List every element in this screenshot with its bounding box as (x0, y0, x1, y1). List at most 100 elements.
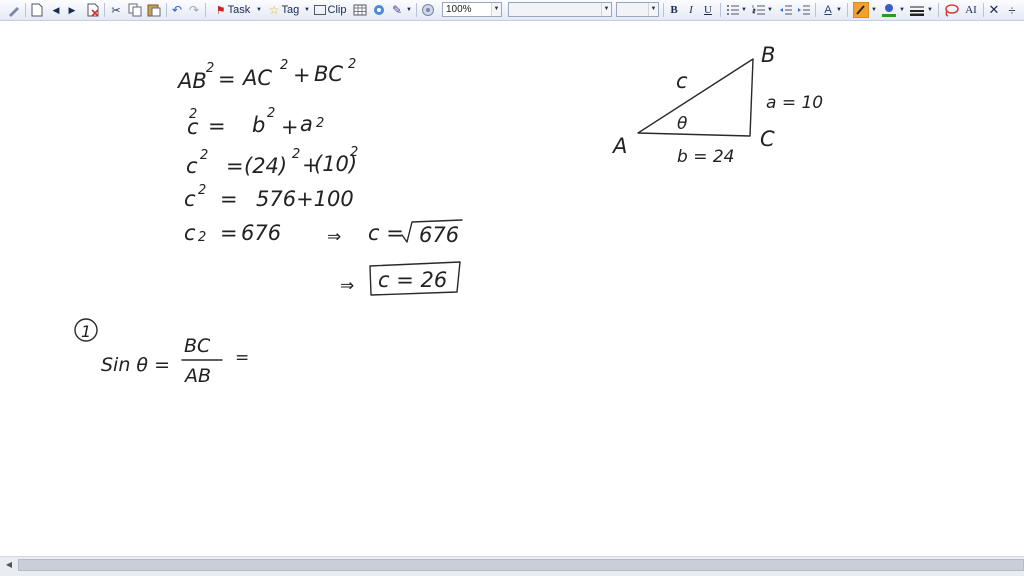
toolbar-divider (847, 3, 848, 17)
eq3-term2-exp: 2 (350, 145, 358, 160)
numbering-dropdown-icon[interactable]: ▼ (767, 2, 773, 18)
font-color-dropdown-icon[interactable]: ▼ (836, 2, 842, 18)
eq6-implies: ⇒ (340, 276, 354, 296)
fill-color-dropdown-icon[interactable]: ▼ (899, 2, 905, 18)
numbering-icon[interactable] (752, 2, 766, 18)
vertex-A: A (611, 134, 627, 158)
horizontal-scrollbar[interactable]: ◀ (0, 556, 1024, 576)
copy-icon[interactable] (128, 2, 142, 18)
scroll-left-icon[interactable]: ◀ (2, 559, 16, 571)
eq3-term1: (24) (244, 154, 287, 178)
new-page-icon[interactable] (30, 2, 44, 18)
eq5-implies: ⇒ (327, 227, 341, 247)
redo-icon[interactable]: ↷ (188, 2, 200, 18)
bullets-dropdown-icon[interactable]: ▼ (741, 2, 747, 18)
attach-icon[interactable] (372, 2, 386, 18)
toolbar-divider (205, 3, 206, 17)
eq5-lhs-exp: 2 (198, 230, 206, 245)
ink-to-text-icon[interactable]: AI (962, 2, 980, 18)
right-triangle (637, 58, 754, 137)
font-color-icon[interactable]: A (821, 2, 835, 18)
zoom-value: 100% (446, 4, 472, 15)
back-icon[interactable]: ◀ (50, 2, 62, 18)
toolbar-divider (104, 3, 105, 17)
eq3-term1-exp: 2 (292, 147, 300, 162)
eq2-term1: b (252, 113, 265, 137)
clip-label: Clip (327, 4, 347, 16)
side-b-label: b = 24 (677, 147, 734, 167)
paste-icon[interactable] (147, 2, 161, 18)
eq2-eq: = (208, 114, 226, 138)
eq3-lhs: c (186, 154, 198, 178)
undo-icon[interactable]: ↶ (171, 2, 183, 18)
pen-dropdown-icon[interactable]: ▼ (405, 2, 413, 18)
handwriting-layer: AB 2 = A C 2 + BC 2 c 2 = b 2 + a 2 c 2 =… (74, 43, 823, 387)
eq1-term1-exp: 2 (280, 58, 288, 73)
highlighter-icon[interactable] (853, 2, 869, 18)
italic-button[interactable]: I (685, 2, 697, 18)
bold-button[interactable]: B (668, 2, 680, 18)
line-weight-icon[interactable] (909, 2, 925, 18)
font-size-select[interactable]: ▼ (616, 2, 659, 17)
item-1-marker: 1 (81, 322, 91, 341)
flag-icon: ⚑ (215, 4, 226, 17)
star-icon: ☆ (268, 3, 280, 17)
eq2-term2: a (300, 112, 313, 136)
scroll-thumb[interactable] (18, 559, 1024, 571)
forward-icon[interactable]: ▶ (66, 2, 78, 18)
toolbar-divider (25, 3, 26, 17)
eq5-rhs: 676 (241, 221, 281, 245)
note-canvas[interactable]: AB 2 = A C 2 + BC 2 c 2 = b 2 + a 2 c 2 =… (0, 21, 1024, 556)
tag-button[interactable]: ☆ Tag (264, 2, 304, 18)
eq4-lhs-exp: 2 (198, 183, 206, 198)
font-family-select[interactable]: ▼ (508, 2, 612, 17)
eq1-plus: + (293, 63, 311, 87)
pen-icon[interactable]: ✎ (390, 2, 404, 18)
eq4-rhs: 576+100 (256, 187, 354, 211)
table-icon[interactable] (353, 2, 367, 18)
chevron-down-icon: ▼ (601, 3, 611, 16)
underline-button[interactable]: U (702, 2, 714, 18)
clip-button[interactable]: Clip (312, 2, 348, 18)
chevron-down-icon: ▼ (648, 3, 658, 16)
eq2-plus: + (281, 115, 299, 139)
eq3-eq: = (226, 154, 244, 178)
zoom-icon[interactable] (421, 2, 435, 18)
eq1-term2-exp: 2 (348, 57, 356, 72)
highlighter-dropdown-icon[interactable]: ▼ (871, 2, 877, 18)
tag-label: Tag (281, 4, 300, 16)
pen-tool-icon[interactable] (6, 2, 22, 18)
zoom-select[interactable]: 100% ▼ (442, 2, 502, 17)
close-icon[interactable]: ✕ (988, 2, 1000, 18)
toolbar-divider (166, 3, 167, 17)
bullets-icon[interactable] (726, 2, 740, 18)
divide-icon[interactable]: ÷ (1005, 2, 1019, 18)
fraction-denominator: AB (183, 365, 211, 387)
screen-clip-icon (313, 5, 326, 15)
lasso-icon[interactable] (943, 2, 959, 18)
tag-dropdown-icon[interactable]: ▼ (303, 2, 311, 18)
eq4-lhs: c (184, 187, 196, 211)
toolbar-divider (416, 3, 417, 17)
sin-tail-eq: = (235, 348, 249, 368)
line-weight-dropdown-icon[interactable]: ▼ (927, 2, 933, 18)
eq1-eq: = (218, 67, 236, 91)
outdent-icon[interactable] (779, 2, 793, 18)
eq2-term2-exp: 2 (316, 116, 324, 131)
chevron-down-icon: ▼ (491, 3, 501, 16)
cut-icon[interactable]: ✂ (110, 2, 122, 18)
fraction-numerator: BC (184, 335, 211, 357)
eq5-lhs: c (184, 221, 196, 245)
indent-icon[interactable] (797, 2, 811, 18)
eq2-term1-exp: 2 (267, 106, 275, 121)
toolbar-divider (663, 3, 664, 17)
hypotenuse-label: c (676, 69, 688, 93)
toolbar-divider (938, 3, 939, 17)
vertex-C: C (760, 127, 775, 151)
eq2-lhs-exp: 2 (189, 107, 197, 122)
task-button[interactable]: ⚑ Task (211, 2, 255, 18)
fill-color-icon[interactable] (881, 2, 897, 18)
delete-page-icon[interactable] (86, 2, 100, 18)
task-label: Task (227, 4, 251, 16)
task-dropdown-icon[interactable]: ▼ (255, 2, 263, 18)
